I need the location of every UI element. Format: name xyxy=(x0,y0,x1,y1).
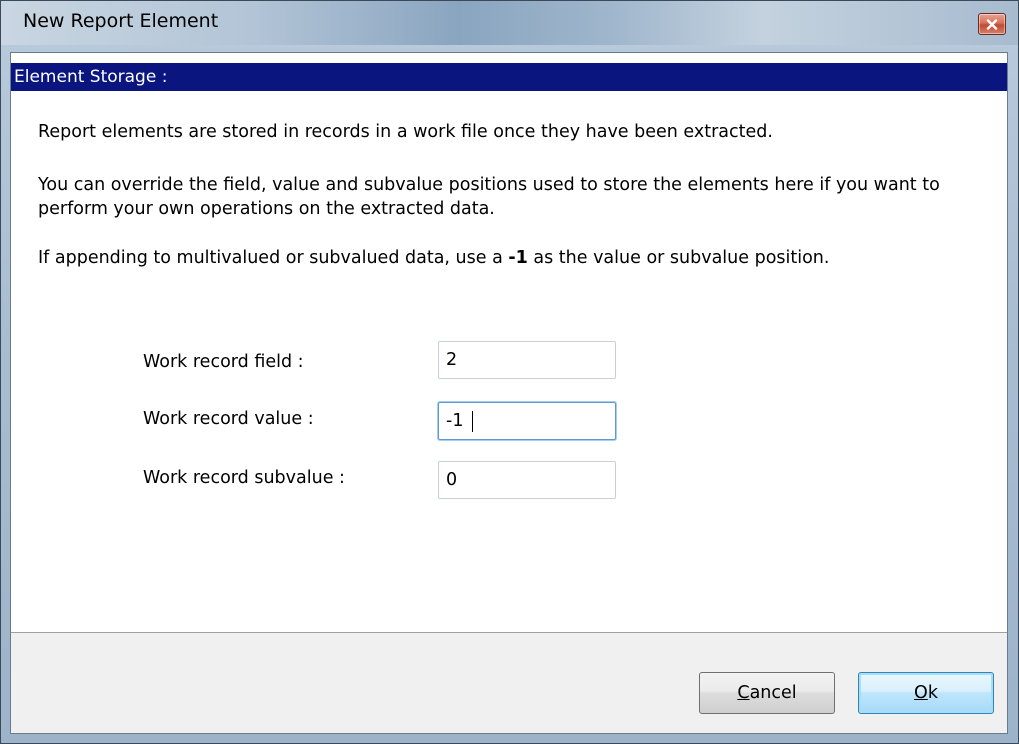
cancel-button[interactable]: Cancel xyxy=(699,672,835,714)
title-bar[interactable]: New Report Element xyxy=(1,1,1018,45)
work-record-value-input[interactable] xyxy=(438,402,616,440)
description-paragraph-2: You can override the field, value and su… xyxy=(38,175,940,219)
ok-accelerator: O xyxy=(914,683,928,703)
close-button[interactable] xyxy=(978,13,1006,35)
work-record-subvalue-input[interactable] xyxy=(438,461,616,499)
button-bar: Cancel Ok xyxy=(11,633,1007,733)
cancel-accelerator: C xyxy=(737,683,750,703)
p3-text-end: as the value or subvalue position. xyxy=(527,248,830,268)
ok-button[interactable]: Ok xyxy=(858,672,994,714)
section-header: Element Storage : xyxy=(11,63,1007,91)
text-caret xyxy=(472,411,473,432)
work-record-value-label: Work record value : xyxy=(143,409,314,429)
close-icon xyxy=(986,18,998,30)
work-record-subvalue-label: Work record subvalue : xyxy=(143,468,345,488)
dialog-content: Element Storage : Report elements are st… xyxy=(10,52,1008,734)
work-record-field-label: Work record field : xyxy=(143,352,304,372)
description-paragraph-1: Report elements are stored in records in… xyxy=(38,122,773,142)
cancel-label: ancel xyxy=(749,683,797,703)
dialog-window: New Report Element Element Storage : Rep… xyxy=(0,0,1019,744)
description-paragraph-3: If appending to multivalued or subvalued… xyxy=(38,246,978,270)
work-record-field-input[interactable] xyxy=(438,341,616,379)
p3-bold-value: -1 xyxy=(508,248,528,268)
p3-text-start: If appending to multivalued or subvalued… xyxy=(38,248,509,268)
ok-label: k xyxy=(927,683,938,703)
window-title: New Report Element xyxy=(23,10,219,32)
